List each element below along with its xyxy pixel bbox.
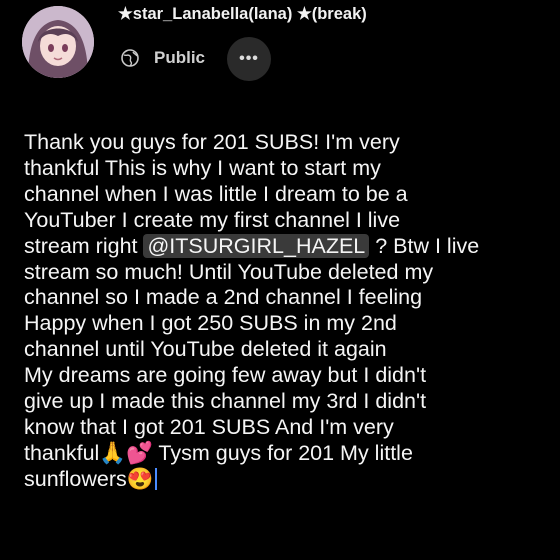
post-line: give up I made this channel my 3rd I did… [24, 389, 427, 414]
post-line-text: stream right [24, 233, 144, 258]
post-line: thankful🙏💕 Tysm guys for 201 My little [24, 440, 413, 465]
author-name[interactable]: ★star_Lanabella(lana) ★(break) [118, 4, 367, 24]
avatar[interactable] [22, 6, 94, 78]
post-line: channel until YouTube deleted it again [24, 337, 387, 362]
post-line: thankful This is why I want to start my [24, 155, 381, 180]
post-line-text: sunflowers😍 [24, 466, 154, 491]
text-cursor [154, 467, 157, 490]
visibility-label: Public [154, 48, 206, 67]
post-line: channel when I was little I dream to be … [24, 181, 408, 206]
post-line-with-mention: stream right @ITSURGIRL_HAZEL ? Btw I li… [24, 233, 544, 260]
mention-link[interactable]: @ITSURGIRL_HAZEL [143, 233, 370, 258]
post-line-text: ? Btw I live [369, 233, 480, 258]
more-options-button[interactable]: ••• [227, 37, 271, 81]
post-line-last: sunflowers😍 [24, 467, 544, 493]
post-line: My dreams are going few away but I didn'… [24, 363, 427, 388]
post-text[interactable]: Thank you guys for 201 SUBS! I'm very th… [24, 130, 544, 493]
globe-icon [121, 49, 139, 67]
visibility-indicator: Public [120, 44, 205, 72]
post-line: YouTuber I create my first channel I liv… [24, 207, 401, 232]
post-line: Happy when I got 250 SUBS in my 2nd [24, 311, 397, 336]
post-line: stream so much! Until YouTube deleted my [24, 259, 434, 284]
more-icon: ••• [239, 50, 259, 67]
post-line: channel so I made a 2nd channel I feelin… [24, 285, 423, 310]
post-line: Thank you guys for 201 SUBS! I'm very [24, 130, 400, 154]
avatar-image [22, 6, 94, 78]
post-line: know that I got 201 SUBS And I'm very [24, 414, 394, 439]
